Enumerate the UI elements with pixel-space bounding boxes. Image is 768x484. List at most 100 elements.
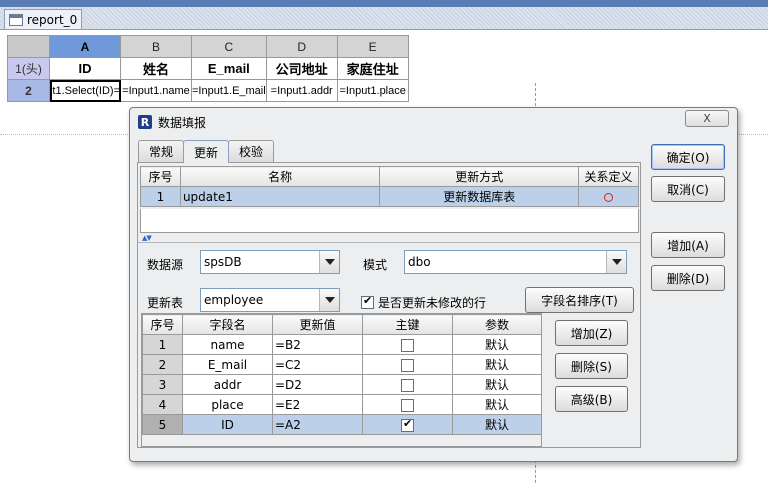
dialog-tabs: 常规 更新 校验 (138, 140, 275, 163)
cell-d1[interactable]: 公司地址 (265, 57, 338, 80)
field-row-name[interactable]: ID (182, 414, 273, 435)
update-row-index: 1 (140, 186, 181, 207)
field-row-key[interactable] (362, 374, 453, 395)
cell-e2[interactable]: =Input1.place (336, 79, 409, 102)
cell-c2[interactable]: =Input1.E_mail (191, 79, 267, 102)
table-row[interactable]: 2 E_mail =C2 默认 (142, 354, 542, 375)
chevron-down-icon[interactable] (319, 251, 339, 273)
add-field-button[interactable]: 增加(Z) (555, 320, 628, 346)
field-row-param[interactable]: 默认 (452, 374, 542, 395)
table-row[interactable]: 3 addr =D2 默认 (142, 374, 542, 395)
update-table-label: 更新表 (147, 296, 184, 310)
cell-d2[interactable]: =Input1.addr (265, 79, 338, 102)
field-row-key[interactable] (362, 334, 453, 355)
field-row-key[interactable] (362, 414, 453, 435)
document-tab-report[interactable]: report_0 (4, 9, 82, 29)
field-row-name[interactable]: E_mail (182, 354, 273, 375)
datasource-select[interactable]: spsDB (200, 250, 340, 274)
field-row-index: 2 (142, 354, 183, 375)
field-row-key[interactable] (362, 354, 453, 375)
field-row-param[interactable]: 默认 (452, 354, 542, 375)
cell-b1[interactable]: 姓名 (120, 57, 192, 80)
cell-a2[interactable]: =t1.Select(ID) (49, 79, 121, 102)
update-col-relation[interactable]: 关系定义 (578, 166, 639, 187)
cell-c1[interactable]: E_mail (191, 57, 267, 80)
cell-a1[interactable]: ID (49, 57, 121, 80)
relation-circle-icon[interactable] (604, 192, 613, 202)
dialog-title: 数据填报 (158, 115, 207, 130)
cancel-button[interactable]: 取消(C) (651, 176, 725, 202)
tab-update[interactable]: 更新 (183, 140, 230, 163)
row-header-1[interactable]: 1(头) (7, 57, 50, 80)
column-header-a[interactable]: A (49, 35, 121, 58)
field-row-value[interactable]: =A2 (272, 414, 363, 435)
app-logo-icon: R (138, 115, 152, 129)
relation-cell[interactable] (578, 186, 639, 207)
field-row-value[interactable]: =B2 (272, 334, 363, 355)
table-row[interactable]: 1 name =B2 默认 (142, 334, 542, 355)
update-col-index[interactable]: 序号 (140, 166, 181, 187)
field-col-value[interactable]: 更新值 (272, 314, 363, 335)
field-row-value[interactable]: =D2 (272, 374, 363, 395)
field-row-name[interactable]: place (182, 394, 273, 415)
primary-key-checkbox[interactable] (401, 417, 414, 432)
datasource-value: spsDB (204, 255, 242, 269)
field-row-value[interactable]: =C2 (272, 354, 363, 375)
field-row-value[interactable]: =E2 (272, 394, 363, 415)
primary-key-checkbox[interactable] (401, 398, 414, 412)
field-row-param[interactable]: 默认 (452, 334, 542, 355)
update-col-mode[interactable]: 更新方式 (379, 166, 580, 187)
cell-e1[interactable]: 家庭住址 (336, 57, 409, 80)
schema-select[interactable]: dbo (404, 250, 627, 274)
field-row-index: 3 (142, 374, 183, 395)
field-col-key[interactable]: 主键 (362, 314, 453, 335)
tab-validate[interactable]: 校验 (228, 140, 275, 162)
primary-key-checkbox[interactable] (401, 358, 414, 372)
field-row-index: 4 (142, 394, 183, 415)
splitter-arrows-icon[interactable]: ▲▼ (142, 234, 152, 242)
schema-value: dbo (408, 255, 431, 269)
update-unmodified-option[interactable]: 是否更新未修改的行 (361, 294, 486, 311)
field-row-param[interactable]: 默认 (452, 414, 542, 435)
document-tab-strip: report_0 (0, 7, 768, 30)
sort-fields-button[interactable]: 字段名排序(T) (525, 287, 634, 313)
column-header-d[interactable]: D (265, 35, 338, 58)
table-row[interactable]: 5 ID =A2 默认 (142, 414, 542, 435)
add-update-button[interactable]: 增加(A) (651, 232, 725, 258)
delete-field-button[interactable]: 删除(S) (555, 353, 628, 379)
primary-key-checkbox[interactable] (401, 378, 414, 392)
field-col-param[interactable]: 参数 (452, 314, 542, 335)
column-header-c[interactable]: C (191, 35, 267, 58)
tab-general[interactable]: 常规 (138, 140, 185, 162)
chevron-down-icon[interactable] (606, 251, 626, 273)
delete-update-button[interactable]: 删除(D) (651, 265, 725, 291)
panel-splitter[interactable]: ▲▼ (138, 234, 640, 243)
table-row[interactable]: 1 update1 更新数据库表 (140, 186, 639, 207)
update-col-name[interactable]: 名称 (179, 166, 381, 187)
field-row-index: 5 (142, 414, 183, 435)
column-header-e[interactable]: E (336, 35, 409, 58)
update-list-empty-area (140, 209, 639, 233)
update-list-table: 序号 名称 更新方式 关系定义 1 update1 更新数据库表 (140, 166, 639, 207)
dialog-title-bar[interactable]: R 数据填报 X (130, 108, 737, 136)
table-row[interactable]: 4 place =E2 默认 (142, 394, 542, 415)
close-button[interactable]: X (685, 110, 729, 127)
column-header-b[interactable]: B (120, 35, 192, 58)
advanced-button[interactable]: 高级(B) (555, 386, 628, 412)
field-row-param[interactable]: 默认 (452, 394, 542, 415)
field-row-name[interactable]: name (182, 334, 273, 355)
grid-corner[interactable] (7, 35, 50, 58)
update-table-select[interactable]: employee (200, 288, 340, 312)
ok-button[interactable]: 确定(O) (651, 144, 725, 170)
field-row-name[interactable]: addr (182, 374, 273, 395)
field-col-name[interactable]: 字段名 (182, 314, 273, 335)
report-grid[interactable]: A B C D E 1(头) ID 姓名 E_mail 公司地址 家庭住址 2 … (7, 35, 409, 102)
update-unmodified-checkbox[interactable] (361, 294, 374, 309)
field-row-key[interactable] (362, 394, 453, 415)
primary-key-checkbox[interactable] (401, 338, 414, 352)
cell-b2[interactable]: =Input1.name (120, 79, 192, 102)
window-top-bar (0, 0, 768, 7)
row-header-2[interactable]: 2 (7, 79, 50, 102)
field-col-index[interactable]: 序号 (142, 314, 183, 335)
chevron-down-icon[interactable] (319, 289, 339, 311)
